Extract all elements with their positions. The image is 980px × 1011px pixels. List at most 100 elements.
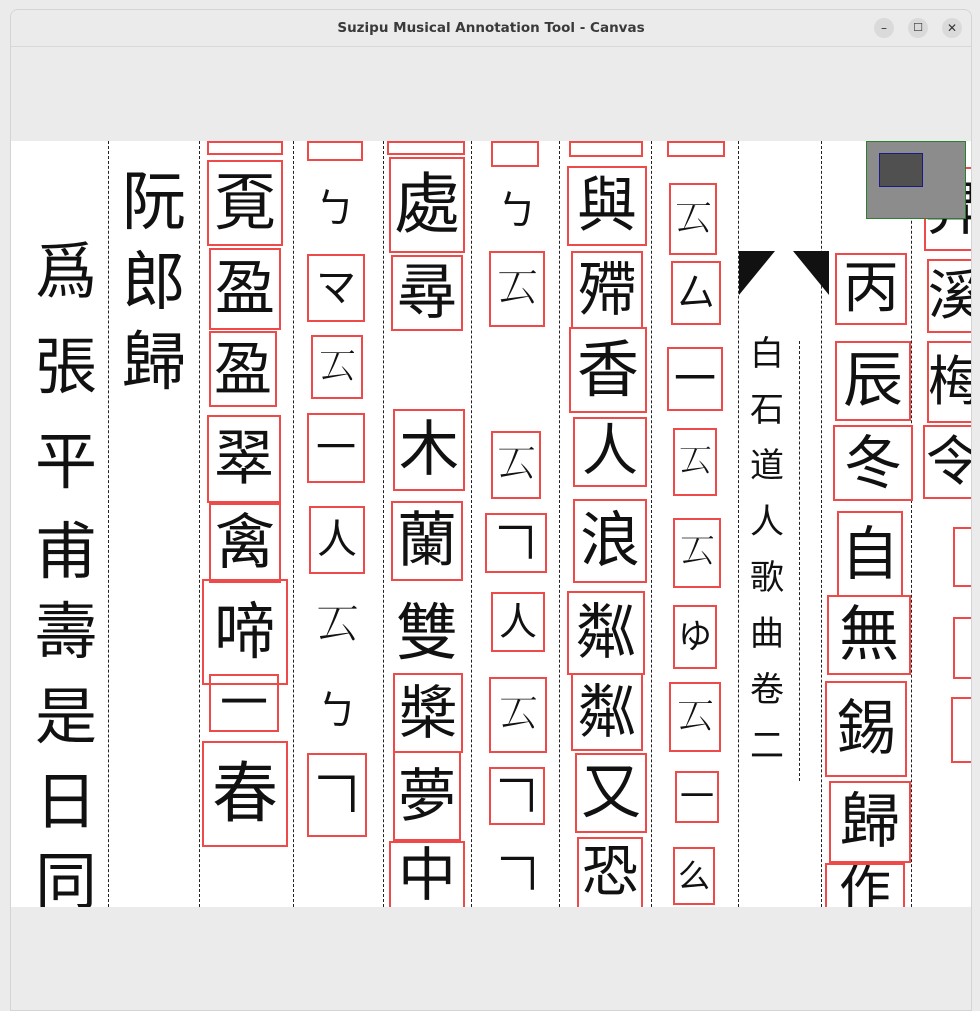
annotation-box[interactable]: ゆ [673,605,717,669]
annotation-box[interactable]: 粼 [571,673,643,751]
annotation-box[interactable]: 又 [575,753,647,833]
text-glyph: 卷 [750,670,784,710]
annotation-box[interactable] [307,141,363,161]
annotation-box[interactable]: 么 [673,847,715,905]
toolbar-area [11,47,971,141]
annotation-box[interactable]: 人 [573,417,647,487]
annotation-box[interactable] [207,141,283,155]
app-window: Suzipu Musical Annotation Tool - Canvas … [10,9,972,1011]
column-rule [293,141,296,907]
annotation-box[interactable]: 粼 [567,591,645,675]
annotation-box[interactable]: 盈 [209,248,281,330]
annotation-box[interactable] [387,141,465,155]
title-bar: Suzipu Musical Annotation Tool - Canvas … [11,10,971,47]
annotation-canvas[interactable]: 爲 張 平 甫 壽 是 日 同 阮 郎 歸 覔 盈 盈 翠 禽 啼 一 春 ㄅ … [11,141,971,907]
annotation-box[interactable]: 尋 [391,255,463,331]
annotation-box[interactable]: 梅 [927,341,971,423]
annotation-box[interactable]: 令 [923,425,971,499]
column-rule [559,141,562,907]
annotation-box[interactable]: 𠫔 [491,431,541,499]
annotation-box[interactable]: 恐 [577,837,643,907]
annotation-box[interactable]: 槳 [393,673,463,753]
annotation-box[interactable]: 禽 [209,503,281,583]
annotation-box[interactable]: 𠃍 [485,513,547,573]
annotation-box[interactable]: 歸 [829,781,911,863]
column-rule [383,141,386,907]
annotation-box[interactable]: 𠃍 [489,767,545,825]
annotation-box[interactable]: 翠 [207,415,281,503]
column-rule [108,141,111,907]
annotation-box[interactable]: 自 [837,511,903,597]
annotation-box[interactable]: 一 [667,347,723,411]
annotation-box[interactable]: 殢 [571,251,643,329]
annotation-box[interactable]: 溪 [927,259,971,333]
annotation-box[interactable]: 中 [389,841,465,907]
text-glyph: 同 [34,845,97,908]
annotation-box[interactable]: 𠫔 [489,677,547,753]
annotation-box[interactable]: 與 [567,166,647,246]
annotation-box[interactable]: 𠫔 [673,428,717,496]
text-glyph: 平 [34,425,97,498]
annotation-box[interactable]: 春 [202,741,288,847]
canvas-minimap[interactable] [866,141,966,219]
annotation-box[interactable] [953,527,971,587]
annotation-box[interactable]: 𠫔 [311,335,363,399]
annotation-box[interactable]: 香 [569,327,647,413]
close-button[interactable]: ✕ [942,18,962,38]
annotation-box[interactable] [951,697,971,763]
text-glyph: 道 [750,446,784,486]
annotation-box[interactable]: 一 [209,674,279,732]
annotation-box[interactable]: 𠫔 [669,183,717,255]
annotation-box[interactable]: 一 [307,413,365,483]
annotation-box[interactable]: 厶 [671,261,721,325]
text-glyph: 歸 [122,326,186,400]
annotation-box[interactable]: 作 [825,863,905,907]
annotation-box[interactable]: 處 [389,157,465,253]
text-glyph: 甫 [34,515,97,588]
annotation-box[interactable]: 啼 [202,579,288,685]
annotation-box[interactable]: 夢 [393,751,461,841]
annotation-box[interactable] [953,617,971,679]
annotation-box[interactable]: 錫 [825,681,907,777]
annotation-box[interactable]: 𠃍 [307,753,367,837]
notation-glyph: 𠃍 [498,851,538,897]
annotation-box[interactable] [569,141,643,157]
text-glyph: 二 [750,726,784,766]
annotation-box[interactable]: 盈 [209,331,277,407]
notation-glyph: ㄅ [317,688,357,734]
annotation-box[interactable] [667,141,725,157]
annotation-box[interactable] [491,141,539,167]
minimize-button[interactable]: – [874,18,894,38]
text-glyph: 阮 [122,166,186,240]
annotation-box[interactable]: 覔 [207,160,283,246]
annotation-box[interactable]: マ [307,254,365,322]
annotation-box[interactable]: 𠫔 [669,682,721,752]
annotation-box[interactable]: 人 [491,592,545,652]
text-glyph: 石 [750,390,784,430]
annotation-box[interactable]: 丙 [835,253,907,325]
annotation-box[interactable]: 辰 [835,341,911,421]
annotation-box[interactable]: 人 [309,506,365,574]
annotation-box[interactable]: 𠫔 [489,251,545,327]
annotation-box[interactable]: 一 [675,771,719,823]
annotation-box[interactable]: 浪 [573,499,647,583]
text-glyph: 郎 [122,246,186,320]
annotation-box[interactable]: 𠫔 [673,518,721,588]
annotation-box[interactable]: 蘭 [391,501,463,581]
column-rule [799,341,802,781]
text-glyph: 雙 [395,596,458,669]
text-glyph: 白 [750,334,784,374]
notation-glyph: 𠫔 [315,600,359,651]
minimap-viewport[interactable] [879,153,923,187]
annotation-box[interactable]: 冬 [833,425,913,501]
annotation-box[interactable]: 木 [393,409,465,491]
notation-glyph: ㄅ [497,188,537,234]
status-area [11,907,971,1010]
window-title: Suzipu Musical Annotation Tool - Canvas [337,20,645,36]
text-glyph: 爲 [34,235,97,308]
text-glyph: 曲 [750,614,784,654]
text-glyph: 壽 [34,595,97,668]
annotation-box[interactable]: 無 [827,595,911,675]
maximize-button[interactable]: ☐ [908,18,928,38]
notation-glyph: ㄅ [315,186,355,232]
